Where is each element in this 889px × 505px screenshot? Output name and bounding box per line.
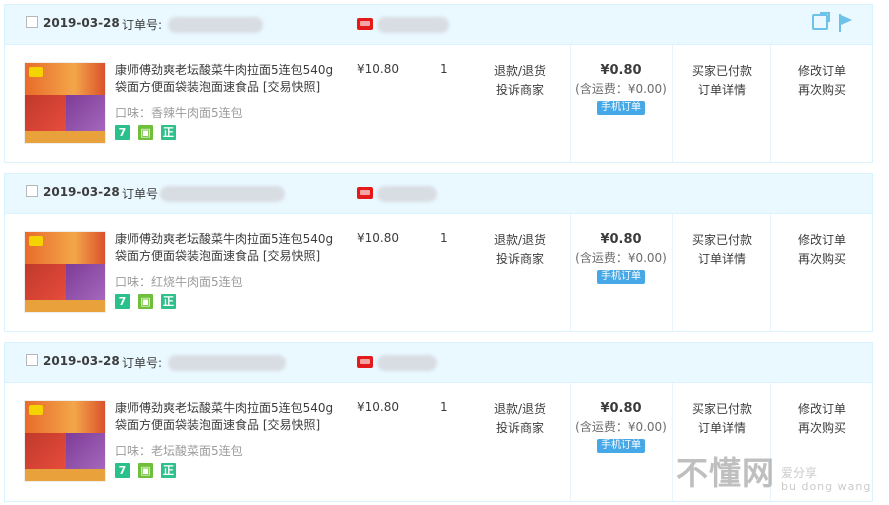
product-thumbnail[interactable] bbox=[24, 400, 106, 482]
complain-seller-link[interactable]: 投诉商家 bbox=[475, 250, 565, 269]
complain-seller-link[interactable]: 投诉商家 bbox=[475, 419, 565, 438]
tmall-shop-icon bbox=[357, 356, 373, 368]
quantity: 1 bbox=[440, 400, 448, 414]
buy-again-link[interactable]: 再次购买 bbox=[771, 419, 873, 438]
order-select-checkbox[interactable] bbox=[26, 354, 38, 366]
watermark-title: 不懂网 bbox=[676, 454, 776, 492]
modify-order-link[interactable]: 修改订单 bbox=[771, 62, 873, 81]
quantity: 1 bbox=[440, 231, 448, 245]
order-body: 康师傅劲爽老坛酸菜牛肉拉面5连包540g袋面方便面袋装泡面速食品 [交易快照] … bbox=[5, 45, 872, 162]
product-flavor: 口味：老坛酸菜面5连包 bbox=[115, 444, 243, 458]
paid-amount: ¥0.80 bbox=[600, 63, 642, 78]
order-header: 2019-03-28 订单号: bbox=[5, 343, 872, 383]
genuine-guarantee-icon[interactable]: 正 bbox=[161, 463, 176, 478]
paid-amount: ¥0.80 bbox=[600, 401, 642, 416]
product-title-link[interactable]: 康师傅劲爽老坛酸菜牛肉拉面5连包540g袋面方便面袋装泡面速食品 [交易快照] bbox=[115, 62, 340, 96]
order-detail-link[interactable]: 订单详情 bbox=[673, 81, 771, 100]
product-thumbnail[interactable] bbox=[24, 231, 106, 313]
order-body: 康师傅劲爽老坛酸菜牛肉拉面5连包540g袋面方便面袋装泡面速食品 [交易快照] … bbox=[5, 214, 872, 331]
seven-day-return-icon[interactable]: 7 bbox=[115, 125, 130, 140]
buy-again-link[interactable]: 再次购买 bbox=[771, 81, 873, 100]
order-number-redacted bbox=[168, 355, 286, 371]
shipping-included: (含运费：¥0.00) bbox=[575, 420, 667, 434]
unit-price: ¥10.80 bbox=[357, 231, 399, 245]
order-number-label: 订单号: bbox=[122, 356, 163, 370]
order-date: 2019-03-28 bbox=[43, 185, 120, 199]
order-status: 买家已付款 bbox=[691, 402, 752, 416]
order-card: 2019-03-28 订单号 康师傅劲爽老坛酸菜牛肉拉面5连包540g袋面方便面… bbox=[4, 173, 873, 332]
site-watermark: 不懂网 爱分享 bu dong wang bbox=[676, 448, 871, 494]
order-status: 买家已付款 bbox=[691, 233, 752, 247]
refund-return-link[interactable]: 退款/退货 bbox=[475, 231, 565, 250]
order-detail-link[interactable]: 订单详情 bbox=[673, 419, 771, 438]
tmall-shop-icon bbox=[357, 18, 373, 30]
shipping-included: (含运费：¥0.00) bbox=[575, 82, 667, 96]
refund-return-link[interactable]: 退款/退货 bbox=[475, 400, 565, 419]
shop-name-redacted[interactable] bbox=[377, 186, 437, 202]
order-header: 2019-03-28 订单号 bbox=[5, 174, 872, 214]
shop-name-redacted[interactable] bbox=[377, 17, 449, 33]
watermark-tagline: 爱分享 bbox=[781, 466, 818, 480]
order-detail-link[interactable]: 订单详情 bbox=[673, 250, 771, 269]
paid-amount: ¥0.80 bbox=[600, 232, 642, 247]
complain-seller-link[interactable]: 投诉商家 bbox=[475, 81, 565, 100]
seven-day-return-icon[interactable]: 7 bbox=[115, 463, 130, 478]
order-number-redacted bbox=[160, 186, 285, 202]
order-number-label: 订单号 bbox=[122, 187, 159, 201]
modify-order-link[interactable]: 修改订单 bbox=[771, 231, 873, 250]
mobile-order-tag: 手机订单 bbox=[597, 270, 645, 284]
share-icon[interactable] bbox=[812, 12, 830, 30]
order-status: 买家已付款 bbox=[691, 64, 752, 78]
order-date: 2019-03-28 bbox=[43, 16, 120, 30]
shop-guarantee-icon[interactable]: ▣ bbox=[138, 463, 153, 478]
unit-price: ¥10.80 bbox=[357, 400, 399, 414]
flag-icon[interactable] bbox=[838, 14, 852, 32]
mobile-order-tag: 手机订单 bbox=[597, 101, 645, 115]
shipping-included: (含运费：¥0.00) bbox=[575, 251, 667, 265]
shop-guarantee-icon[interactable]: ▣ bbox=[138, 125, 153, 140]
product-title-link[interactable]: 康师傅劲爽老坛酸菜牛肉拉面5连包540g袋面方便面袋装泡面速食品 [交易快照] bbox=[115, 231, 340, 265]
seven-day-return-icon[interactable]: 7 bbox=[115, 294, 130, 309]
order-select-checkbox[interactable] bbox=[26, 16, 38, 28]
order-date: 2019-03-28 bbox=[43, 354, 120, 368]
mobile-order-tag: 手机订单 bbox=[597, 439, 645, 453]
watermark-pinyin: bu dong wang bbox=[781, 480, 872, 493]
genuine-guarantee-icon[interactable]: 正 bbox=[161, 294, 176, 309]
product-title-link[interactable]: 康师傅劲爽老坛酸菜牛肉拉面5连包540g袋面方便面袋装泡面速食品 [交易快照] bbox=[115, 400, 340, 434]
shop-guarantee-icon[interactable]: ▣ bbox=[138, 294, 153, 309]
buy-again-link[interactable]: 再次购买 bbox=[771, 250, 873, 269]
tmall-shop-icon bbox=[357, 187, 373, 199]
order-card: 2019-03-28 订单号: 康师傅劲爽老坛酸菜牛肉拉面5连包540g袋面方便… bbox=[4, 4, 873, 163]
order-select-checkbox[interactable] bbox=[26, 185, 38, 197]
product-flavor: 口味：香辣牛肉面5连包 bbox=[115, 106, 243, 120]
order-number-label: 订单号: bbox=[122, 18, 163, 32]
product-thumbnail[interactable] bbox=[24, 62, 106, 144]
modify-order-link[interactable]: 修改订单 bbox=[771, 400, 873, 419]
shop-name-redacted[interactable] bbox=[377, 355, 437, 371]
order-number-redacted bbox=[168, 17, 263, 33]
quantity: 1 bbox=[440, 62, 448, 76]
order-header: 2019-03-28 订单号: bbox=[5, 5, 872, 45]
unit-price: ¥10.80 bbox=[357, 62, 399, 76]
product-flavor: 口味：红烧牛肉面5连包 bbox=[115, 275, 243, 289]
genuine-guarantee-icon[interactable]: 正 bbox=[161, 125, 176, 140]
refund-return-link[interactable]: 退款/退货 bbox=[475, 62, 565, 81]
